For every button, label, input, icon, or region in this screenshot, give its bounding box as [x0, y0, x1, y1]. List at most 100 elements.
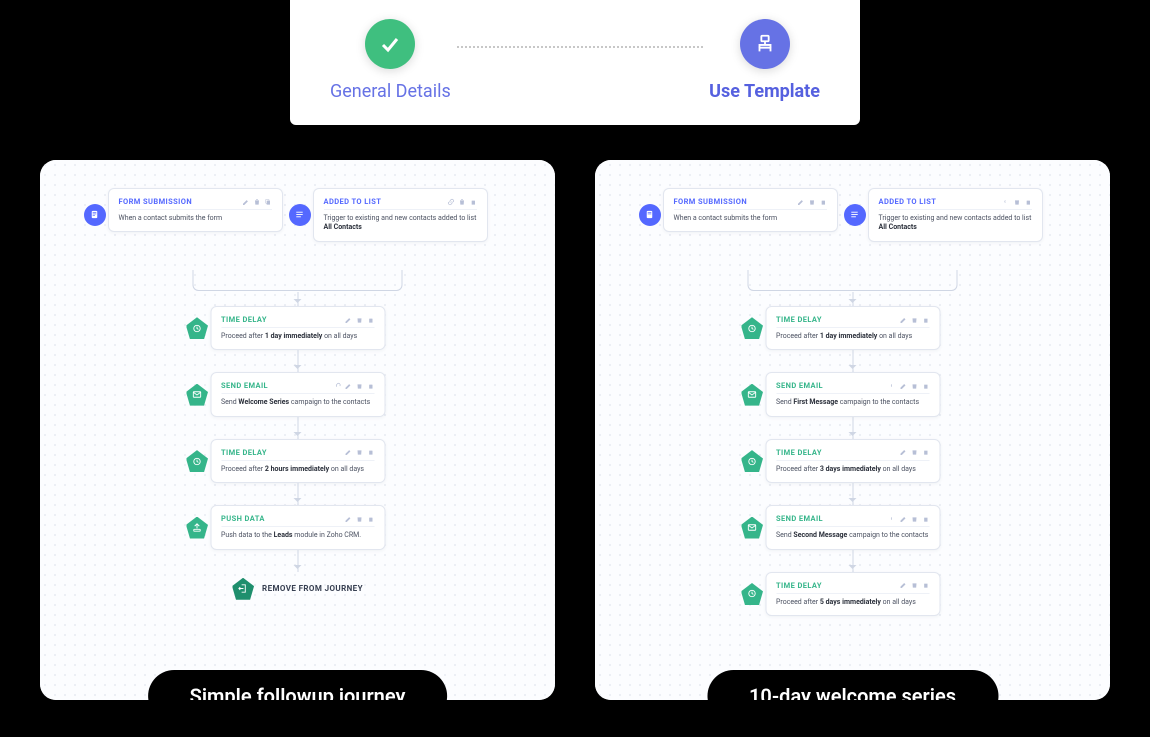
edit-icon[interactable] [797, 198, 805, 206]
delete-icon[interactable] [808, 198, 816, 206]
node-body: When a contact submits the form [119, 214, 272, 223]
edit-icon[interactable] [899, 515, 907, 523]
edit-icon[interactable] [899, 382, 907, 390]
node-body: Send Second Message campaign to the cont… [776, 531, 929, 540]
node-actions [888, 382, 929, 390]
copy-icon[interactable] [366, 515, 374, 523]
node-title: PUSH DATA [221, 514, 374, 527]
copy-icon[interactable] [921, 316, 929, 324]
edit-icon[interactable] [899, 316, 907, 324]
copy-icon[interactable] [921, 382, 929, 390]
delay-node[interactable]: TIME DELAY Proceed after 5 days immediat… [765, 572, 940, 616]
connector [852, 550, 853, 572]
node-title-text: ADDED TO LIST [324, 197, 382, 206]
node-title: SEND EMAIL [221, 381, 374, 394]
delete-icon[interactable] [910, 448, 918, 456]
journey-canvas: FORM SUBMISSION When a contact submits t… [40, 160, 555, 700]
node-actions [1002, 198, 1032, 206]
trigger-node[interactable]: FORM SUBMISSION When a contact submits t… [108, 188, 283, 232]
copy-icon[interactable] [264, 198, 272, 206]
delete-icon[interactable] [458, 198, 466, 206]
copy-icon[interactable] [819, 198, 827, 206]
body-bold: Second Message [793, 531, 847, 539]
step-connector [457, 46, 703, 48]
template-simple-followup[interactable]: FORM SUBMISSION When a contact submits t… [40, 160, 555, 700]
link-icon[interactable] [333, 382, 341, 390]
body-text: campaign to the contacts [289, 398, 370, 406]
template-gallery: FORM SUBMISSION When a contact submits t… [40, 160, 1110, 717]
node-title-text: FORM SUBMISSION [119, 197, 193, 206]
delay-node[interactable]: TIME DELAY Proceed after 1 day immediate… [210, 306, 385, 350]
mail-icon [186, 384, 208, 406]
node-title-text: TIME DELAY [776, 581, 822, 590]
delete-icon[interactable] [910, 515, 918, 523]
edit-icon[interactable] [344, 382, 352, 390]
delay-node[interactable]: TIME DELAY Proceed after 1 day immediate… [765, 306, 940, 350]
node-title: TIME DELAY [776, 581, 929, 594]
connector [297, 292, 298, 306]
email-node[interactable]: SEND EMAIL Send Welcome Series campaign … [210, 372, 385, 416]
body-text: Proceed after [776, 465, 820, 473]
node-title-text: TIME DELAY [776, 315, 822, 324]
node-actions [899, 448, 929, 456]
body-text: on all days [322, 332, 357, 340]
delete-icon[interactable] [355, 515, 363, 523]
node-actions [242, 198, 272, 206]
delay-node[interactable]: TIME DELAY Proceed after 3 days immediat… [765, 439, 940, 483]
node-actions [344, 448, 374, 456]
delay-node[interactable]: TIME DELAY Proceed after 2 hours immedia… [210, 439, 385, 483]
delete-icon[interactable] [1013, 198, 1021, 206]
delete-icon[interactable] [910, 581, 918, 589]
node-actions [333, 382, 374, 390]
email-node[interactable]: SEND EMAIL Send First Message campaign t… [765, 372, 940, 416]
delete-icon[interactable] [355, 448, 363, 456]
copy-icon[interactable] [1024, 198, 1032, 206]
link-icon[interactable] [888, 515, 896, 523]
copy-icon[interactable] [921, 581, 929, 589]
connector [852, 417, 853, 439]
body-text: When a contact submits the form [119, 214, 223, 222]
link-icon[interactable] [888, 382, 896, 390]
node-title: ADDED TO LIST [324, 197, 477, 210]
node-body: Send First Message campaign to the conta… [776, 398, 929, 407]
copy-icon[interactable] [366, 382, 374, 390]
copy-icon[interactable] [366, 316, 374, 324]
body-bold: All Contacts [879, 223, 917, 231]
body-text: Proceed after [776, 332, 820, 340]
edit-icon[interactable] [344, 316, 352, 324]
copy-icon[interactable] [366, 448, 374, 456]
node-title: FORM SUBMISSION [119, 197, 272, 210]
step-chain: TIME DELAY Proceed after 1 day immediate… [40, 270, 555, 600]
body-bold: 1 day immediately [265, 332, 322, 340]
end-node[interactable]: REMOVE FROM JOURNEY [232, 578, 363, 600]
delete-icon[interactable] [355, 316, 363, 324]
connector [297, 483, 298, 505]
edit-icon[interactable] [242, 198, 250, 206]
trigger-node[interactable]: ADDED TO LIST Trigger to existing and ne… [868, 188, 1043, 242]
edit-icon[interactable] [344, 515, 352, 523]
edit-icon[interactable] [899, 448, 907, 456]
step-general-details[interactable]: General Details [330, 19, 451, 102]
template-10-day-welcome[interactable]: FORM SUBMISSION When a contact submits t… [595, 160, 1110, 700]
delete-icon[interactable] [253, 198, 261, 206]
connector [852, 350, 853, 372]
email-node[interactable]: SEND EMAIL Send Second Message campaign … [765, 505, 940, 549]
end-label: REMOVE FROM JOURNEY [262, 584, 363, 593]
copy-icon[interactable] [921, 448, 929, 456]
push-node[interactable]: PUSH DATA Push data to the Leads module … [210, 505, 385, 549]
copy-icon[interactable] [469, 198, 477, 206]
edit-icon[interactable] [899, 581, 907, 589]
delete-icon[interactable] [910, 382, 918, 390]
delete-icon[interactable] [910, 316, 918, 324]
node-title-text: SEND EMAIL [776, 381, 823, 390]
step-use-template[interactable]: Use Template [709, 19, 820, 102]
delete-icon[interactable] [355, 382, 363, 390]
node-title: SEND EMAIL [776, 381, 929, 394]
trigger-node[interactable]: FORM SUBMISSION When a contact submits t… [663, 188, 838, 232]
node-title-text: SEND EMAIL [776, 514, 823, 523]
edit-icon[interactable] [344, 448, 352, 456]
link-icon[interactable] [447, 198, 455, 206]
trigger-node[interactable]: ADDED TO LIST Trigger to existing and ne… [313, 188, 488, 242]
copy-icon[interactable] [921, 515, 929, 523]
link-icon[interactable] [1002, 198, 1010, 206]
